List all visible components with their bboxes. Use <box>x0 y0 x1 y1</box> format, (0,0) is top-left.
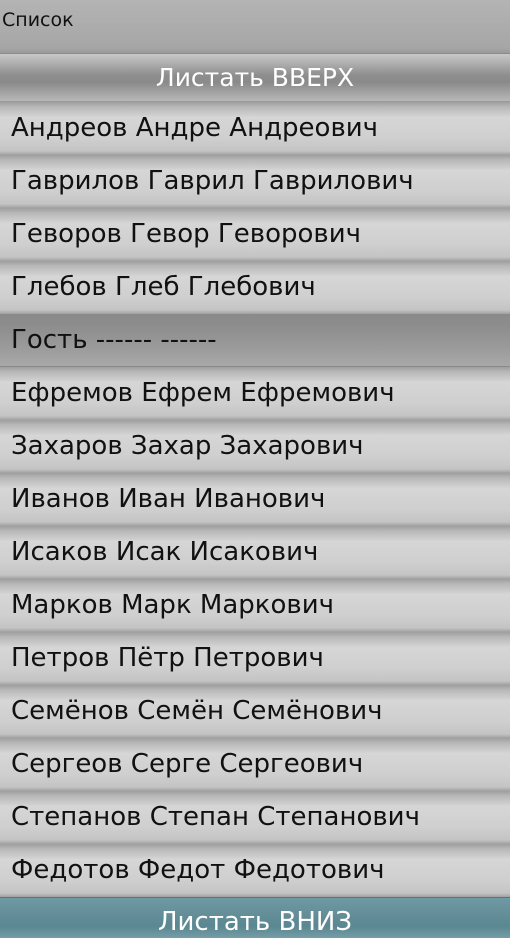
list-item[interactable]: Петров Пётр Петрович <box>0 632 510 685</box>
list-item[interactable]: Захаров Захар Захарович <box>0 420 510 473</box>
list-item[interactable]: Федотов Федот Федотович <box>0 844 510 897</box>
list-item[interactable]: Глебов Глеб Глебович <box>0 261 510 314</box>
window-edge <box>510 0 516 938</box>
app-window: Список Листать ВВЕРХ Андреов Андре Андре… <box>0 0 516 938</box>
list-item[interactable]: Гаврилов Гаврил Гаврилович <box>0 155 510 208</box>
list-item[interactable]: Ефремов Ефрем Ефремович <box>0 367 510 420</box>
title-bar: Список <box>0 0 510 54</box>
page-title: Список <box>2 9 74 31</box>
list-item[interactable]: Семёнов Семён Семёнович <box>0 685 510 738</box>
list-item[interactable]: Иванов Иван Иванович <box>0 473 510 526</box>
list-item[interactable]: Исаков Исак Исакович <box>0 526 510 579</box>
list-screen: Список Листать ВВЕРХ Андреов Андре Андре… <box>0 0 510 938</box>
list-item[interactable]: Андреов Андре Андреович <box>0 102 510 155</box>
people-list: Андреов Андре Андреович Гаврилов Гаврил … <box>0 102 510 897</box>
list-item-selected[interactable]: Гость ------ ------ <box>0 314 510 367</box>
list-item[interactable]: Геворов Гевор Геворович <box>0 208 510 261</box>
list-item[interactable]: Марков Марк Маркович <box>0 579 510 632</box>
scroll-up-button[interactable]: Листать ВВЕРХ <box>0 54 510 102</box>
list-item[interactable]: Степанов Степан Степанович <box>0 791 510 844</box>
scroll-down-button[interactable]: Листать ВНИЗ <box>0 897 510 938</box>
list-item[interactable]: Сергеов Серге Сергеович <box>0 738 510 791</box>
